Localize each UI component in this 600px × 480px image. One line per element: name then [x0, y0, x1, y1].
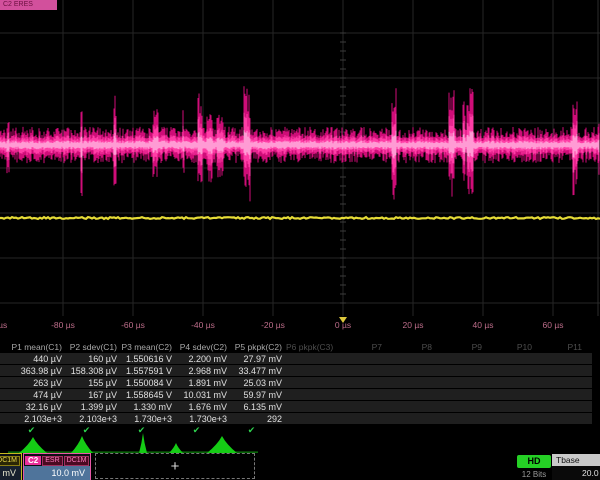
param-value: 1.550616 V — [121, 354, 176, 364]
param-value: 25.03 mV — [231, 378, 286, 388]
oscilloscope-screen: C2 ERES -100 µs -80 µs -60 µs -40 µs -20 µs 0… — [0, 0, 600, 480]
hd-bits-label: 12 Bits — [513, 470, 555, 479]
param-header[interactable]: P5 pkpk(C2) — [231, 342, 286, 352]
histicon-peak — [19, 437, 47, 453]
param-value: 292 — [231, 414, 286, 424]
param-value: 32.16 µV — [11, 402, 66, 412]
c1-vertical-scale: 10.0 mV — [0, 466, 21, 480]
c2-coupling-badge: DC1M — [64, 456, 90, 466]
param-value: 155 µV — [66, 378, 121, 388]
table-header-row: P1 mean(C1)P2 sdev(C1)P3 mean(C2)P4 sdev… — [0, 340, 600, 353]
c2-vertical-scale: 10.0 mV — [24, 466, 90, 480]
time-axis: -100 µs -80 µs -60 µs -40 µs -20 µs 0 µs 20 µs… — [0, 316, 600, 336]
histicon-peak — [139, 433, 147, 453]
histicon-peak — [169, 443, 183, 453]
param-value: 1.730e+3 — [121, 414, 176, 424]
param-header[interactable]: P1 mean(C1) — [11, 342, 66, 352]
channel-c1-descriptor[interactable]: C1 DC1M 10.0 mV — [0, 453, 22, 480]
param-value: 167 µV — [66, 390, 121, 400]
param-header-unused[interactable]: P9 — [436, 342, 486, 352]
c2-label: C2 — [25, 456, 41, 465]
c1-flat-trace — [0, 217, 600, 219]
time-axis-label: -60 µs — [105, 320, 161, 330]
param-value: 2.968 mV — [176, 366, 231, 376]
param-value: 1.399 µV — [66, 402, 121, 412]
c2-eres-badge: ESR — [42, 456, 62, 466]
param-header-unused[interactable]: P10 — [486, 342, 536, 352]
param-value: 160 µV — [66, 354, 121, 364]
time-axis-label: -20 µs — [245, 320, 301, 330]
param-value: 10.031 mV — [176, 390, 231, 400]
waveform-grid — [0, 0, 600, 316]
param-value: 1.676 mV — [176, 402, 231, 412]
param-value: 263 µV — [11, 378, 66, 388]
param-value: 33.477 mV — [231, 366, 286, 376]
param-header-unused[interactable]: P8 — [386, 342, 436, 352]
param-value: 2.200 mV — [176, 354, 231, 364]
table-row: 2.103e+32.103e+31.730e+31.730e+3292 — [0, 413, 592, 424]
param-value: 474 µV — [11, 390, 66, 400]
time-axis-label: 20 µs — [385, 320, 441, 330]
param-value: 158.308 µV — [66, 366, 121, 376]
param-value: 440 µV — [11, 354, 66, 364]
time-axis-label: 60 µs — [525, 320, 581, 330]
timebase-descriptor[interactable]: Tbase 20.0 µs/div — [552, 454, 600, 480]
table-row: 440 µV160 µV1.550616 V2.200 mV27.97 mV — [0, 353, 592, 364]
param-value: 27.97 mV — [231, 354, 286, 364]
time-axis-label: -40 µs — [175, 320, 231, 330]
param-value: 2.103e+3 — [66, 414, 121, 424]
measurement-table: P1 mean(C1)P2 sdev(C1)P3 mean(C2)P4 sdev… — [0, 340, 600, 436]
channel-c2-descriptor[interactable]: C2 ESR DC1M 10.0 mV — [23, 453, 91, 480]
param-header-unused[interactable]: P6 pkpk(C3) — [286, 342, 336, 352]
time-axis-label: 0 µs — [315, 320, 371, 330]
param-value: 1.730e+3 — [176, 414, 231, 424]
param-header[interactable]: P2 sdev(C1) — [66, 342, 121, 352]
hd-mode-badge[interactable]: HD — [517, 455, 551, 468]
param-value: 1.558645 V — [121, 390, 176, 400]
time-axis-label: -100 µs — [0, 320, 21, 330]
table-row: 263 µV155 µV1.550084 V1.891 mV25.03 mV — [0, 377, 592, 388]
time-axis-label: -80 µs — [35, 320, 91, 330]
table-row: 32.16 µV1.399 µV1.330 mV1.676 mV6.135 mV — [0, 401, 592, 412]
table-row: 363.98 µV158.308 µV1.557591 V2.968 mV33.… — [0, 365, 592, 376]
time-axis-label: 40 µs — [455, 320, 511, 330]
param-value: 1.330 mV — [121, 402, 176, 412]
timebase-scale: 20.0 µs/div — [552, 466, 600, 480]
c1-coupling-badge: DC1M — [0, 456, 20, 466]
param-value: 59.97 mV — [231, 390, 286, 400]
add-trace-button[interactable]: + — [95, 453, 255, 479]
param-value: 2.103e+3 — [11, 414, 66, 424]
param-header[interactable]: P3 mean(C2) — [121, 342, 176, 352]
param-value: 363.98 µV — [11, 366, 66, 376]
param-header-unused[interactable]: P7 — [336, 342, 386, 352]
table-row: 474 µV167 µV1.558645 V10.031 mV59.97 mV — [0, 389, 592, 400]
param-header[interactable]: P4 sdev(C2) — [176, 342, 231, 352]
param-value: 1.557591 V — [121, 366, 176, 376]
param-value: 1.550084 V — [121, 378, 176, 388]
histicon-peak — [207, 436, 237, 453]
param-header-unused[interactable]: P11 — [536, 342, 586, 352]
param-value: 1.891 mV — [176, 378, 231, 388]
trace-annotation-chip: C2 ERES — [0, 0, 57, 10]
histicon-peak — [71, 436, 93, 453]
histicon-row — [0, 433, 600, 455]
timebase-label: Tbase — [552, 454, 600, 466]
param-value: 6.135 mV — [231, 402, 286, 412]
